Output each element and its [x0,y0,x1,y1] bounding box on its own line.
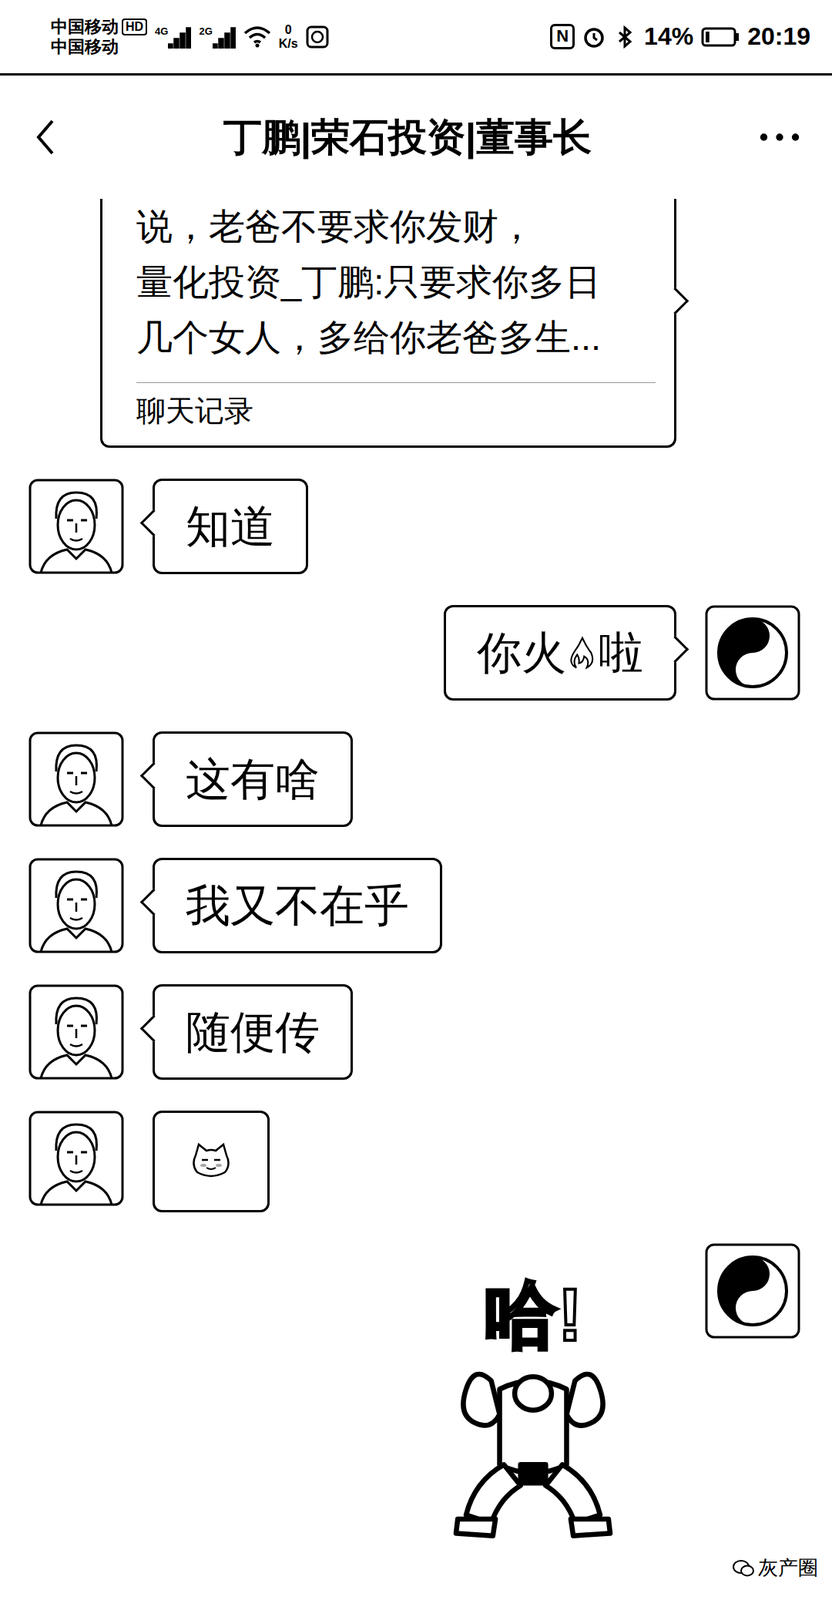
signal-icon [212,25,236,49]
carrier-label: 中国移动 [50,36,148,57]
man-avatar-icon[interactable] [28,983,125,1080]
record-line: 量化投资_丁鹏:只要求你多日 [136,254,656,310]
message-row: 我又不在乎 [28,857,801,953]
message-row: 这有啥 [28,731,801,827]
message-row: 哈! [28,1242,801,1548]
message-row: 说，老爸不要求你发财，量化投资_丁鹏:只要求你多日几个女人，多给你老爸多生...… [28,198,801,448]
record-line: 几个女人，多给你老爸多生... [136,309,656,366]
wifi-icon [243,25,272,49]
clock: 20:19 [747,22,811,51]
message-bubble[interactable]: 知道 [152,478,309,574]
fire-icon [569,634,596,671]
yin-yang-avatar-icon[interactable] [704,604,801,701]
alarm-icon [582,25,606,49]
message-row [28,1110,801,1212]
network-label: 4G [154,25,168,37]
message-bubble[interactable]: 你火 啦 [443,604,677,701]
net-speed: 0 K/s [278,23,299,51]
status-bar: 中国移动HD 中国移动 4G 2G 0 K/s N 14% 20:19 [0,0,832,76]
man-avatar-icon[interactable] [28,731,125,827]
more-icon[interactable] [758,132,802,142]
carriers: 中国移动HD 中国移动 [50,16,148,57]
message-bubble[interactable]: 随便传 [152,983,353,1080]
chat-area: 说，老爸不要求你发财，量化投资_丁鹏:只要求你多日几个女人，多给你老爸多生...… [0,198,832,1600]
man-avatar-icon[interactable] [28,478,125,574]
signal: 4G [154,25,192,49]
message-row: 你火 啦 [28,604,801,701]
record-line: 说，老爸不要求你发财， [136,198,656,255]
cat-face-icon [187,1137,235,1185]
nfc-icon: N [550,23,575,49]
yin-yang-avatar-icon[interactable] [704,1242,801,1339]
cat-sticker[interactable] [152,1110,270,1212]
battery-icon [701,26,740,47]
watermark: 灰产圈 [728,1553,822,1581]
battery-percent: 14% [644,22,694,51]
network-label: 2G [198,25,212,37]
hd-badge: HD [121,18,148,36]
message-row: 随便传 [28,983,801,1080]
title-bar: 丁鹏|荣石投资|董事长 [0,75,832,199]
man-avatar-icon[interactable] [28,857,125,953]
wechat-icon [731,1557,755,1578]
signal: 2G [198,25,235,49]
chat-screen: 中国移动HD 中国移动 4G 2G 0 K/s N 14% 20:19 丁鹏|荣… [0,0,832,1600]
muscle-man-icon [432,1355,634,1548]
back-icon[interactable] [33,117,58,157]
man-avatar-icon[interactable] [28,1110,125,1206]
carrier-label: 中国移动HD [50,16,148,37]
signal-icon [167,25,192,49]
record-footer: 聊天记录 [136,382,656,432]
chat-title: 丁鹏|荣石投资|董事长 [72,111,743,164]
message-bubble[interactable]: 这有啥 [152,731,353,827]
notification-icon [305,25,329,49]
chat-record-card[interactable]: 说，老爸不要求你发财，量化投资_丁鹏:只要求你多日几个女人，多给你老爸多生...… [100,198,677,448]
message-bubble[interactable]: 我又不在乎 [152,857,443,953]
message-row: 知道 [28,478,801,574]
muscle-sticker[interactable]: 哈! [417,1273,649,1548]
sticker-text: 哈! [483,1273,583,1356]
bluetooth-icon [613,25,637,49]
